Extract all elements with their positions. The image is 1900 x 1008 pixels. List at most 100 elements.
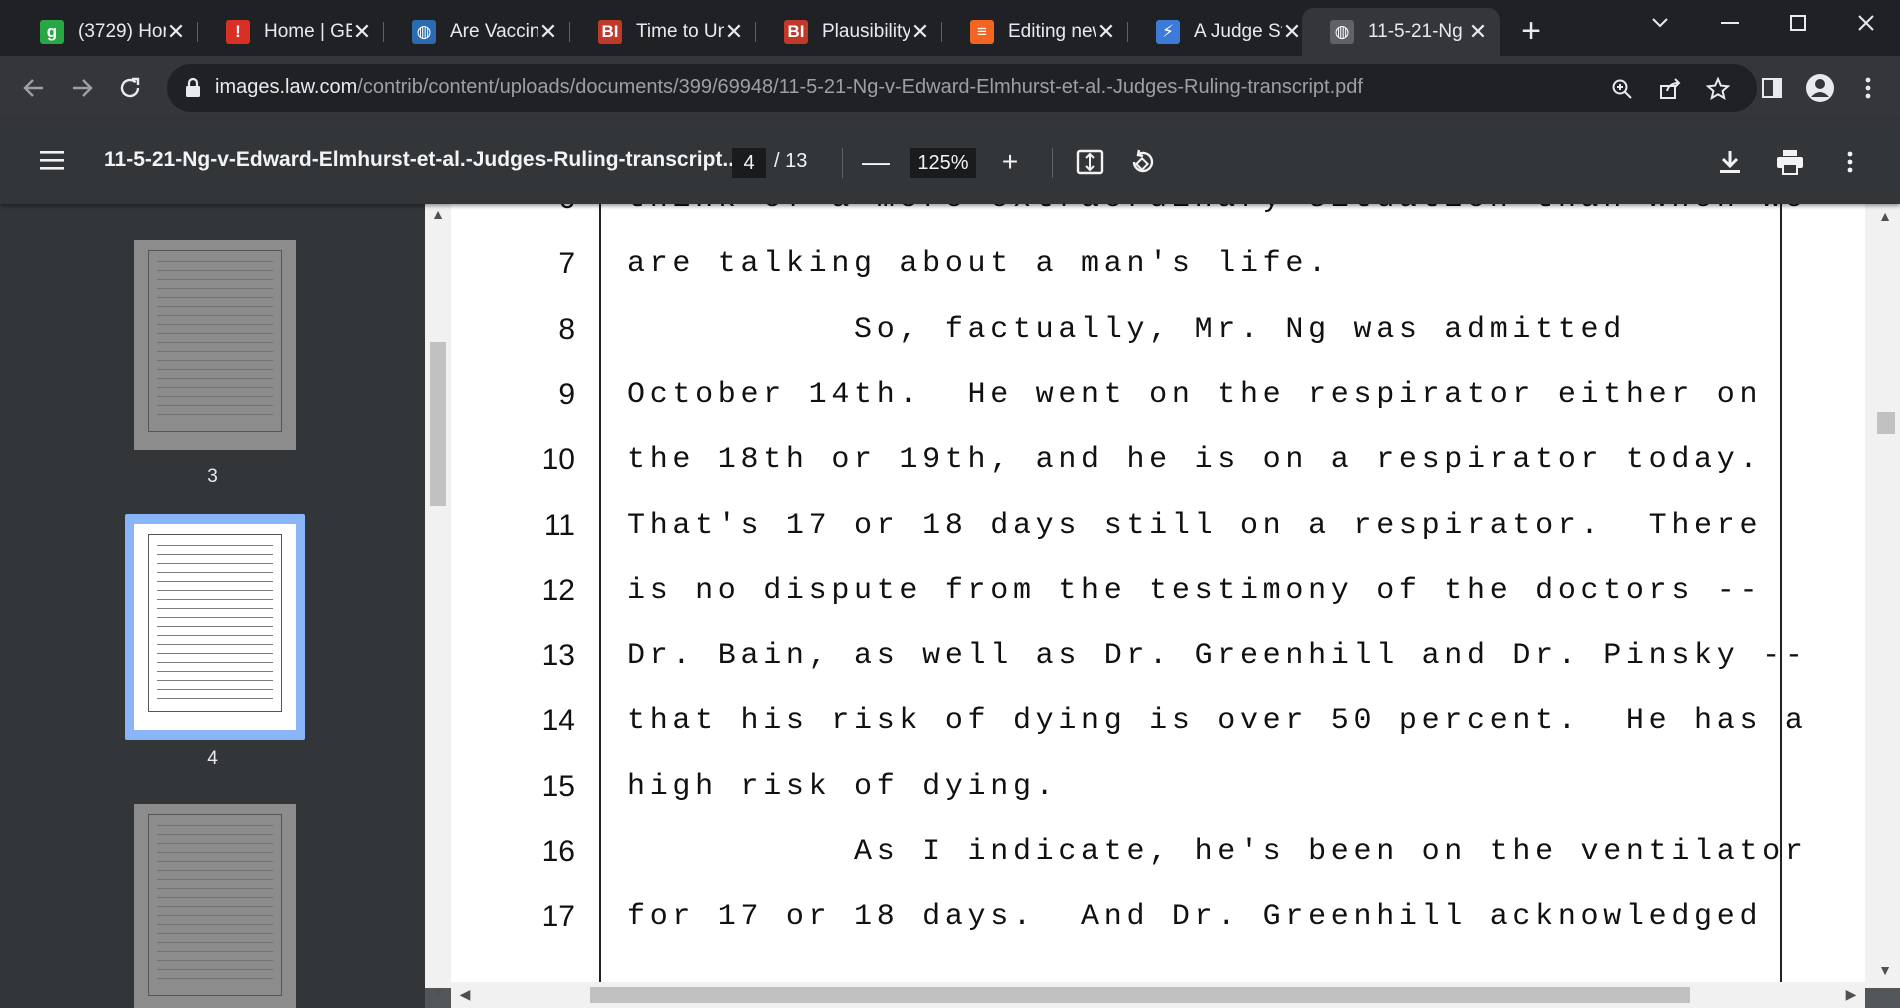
line-text: high risk of dying. (627, 769, 1059, 804)
tab-favicon-icon: BI (784, 20, 808, 44)
scroll-up-arrow-icon[interactable]: ▲ (428, 206, 448, 222)
transcript-line: 6 think of a more extraordinary situation… (451, 204, 1865, 236)
tab-8[interactable]: ◍ 11-5-21-Ng ✕ (1302, 8, 1500, 56)
tab-7[interactable]: ⚡ A Judge Sta✕ (1128, 8, 1314, 56)
scroll-down-arrow-icon[interactable]: ▼ (1875, 962, 1895, 978)
tab-close-icon[interactable]: ✕ (538, 19, 558, 45)
back-icon[interactable] (16, 70, 52, 106)
reload-icon[interactable] (112, 70, 148, 106)
line-text: October 14th. He went on the respirator … (627, 377, 1763, 412)
tab-strip: g(3729) Hom✕!Home | GET✕◍Are Vaccine✕BIT… (0, 0, 1900, 56)
tab-close-icon[interactable]: ✕ (1282, 19, 1302, 45)
tab-close-icon[interactable]: ✕ (166, 19, 186, 45)
horizontal-scrollbar[interactable]: ◀ ▶ (451, 982, 1865, 1008)
line-number: 16 (541, 835, 575, 868)
rotate-icon[interactable] (1124, 144, 1160, 180)
viewer-scrollbar-thumb[interactable] (1877, 412, 1895, 434)
address-bar[interactable]: images.law.com/contrib/content/uploads/d… (167, 64, 1757, 112)
sidebar-scrollbar-thumb[interactable] (430, 342, 446, 506)
tab-search-icon[interactable] (1630, 0, 1690, 46)
browser-toolbar: images.law.com/contrib/content/uploads/d… (0, 56, 1900, 120)
lock-icon[interactable] (181, 76, 205, 100)
tab-favicon-icon: BI (598, 20, 622, 44)
tab-4[interactable]: BI Time to Un ✕ (570, 8, 756, 56)
line-text: is no dispute from the testimony of the … (627, 573, 1763, 608)
transcript-line: 9 October 14th. He went on the respirator… (451, 378, 1865, 432)
zoom-icon[interactable] (1607, 74, 1637, 104)
tab-close-icon[interactable]: ✕ (352, 19, 372, 45)
line-number: 15 (541, 769, 575, 803)
tab-title: (3729) Hom (78, 21, 166, 42)
tab-1[interactable]: g (3729) Hom✕ (12, 8, 198, 56)
scroll-right-arrow-icon[interactable]: ▶ (1841, 986, 1861, 1003)
line-number: 7 (558, 247, 575, 281)
tab-title: Are Vaccine (450, 21, 538, 42)
tab-6[interactable]: ≡ Editing new✕ (942, 8, 1128, 56)
toolbar-divider (1052, 148, 1053, 178)
thumbnail-sidebar: 3 4 (0, 204, 425, 1008)
zoom-out-button[interactable]: — (858, 144, 894, 180)
tab-favicon-icon: ⚡ (1156, 20, 1180, 44)
tab-3[interactable]: ◍ Are Vaccine✕ (384, 8, 570, 56)
page-thumbnail-5[interactable] (134, 804, 296, 1008)
tab-favicon-icon: ◍ (412, 20, 436, 44)
line-text: for 17 or 18 days. And Dr. Greenhill ack… (627, 900, 1763, 935)
pdf-more-icon[interactable] (1832, 144, 1868, 180)
side-panel-icon[interactable] (1754, 70, 1790, 106)
zoom-level-input[interactable]: 125% (910, 148, 976, 178)
transcript-line: 8 So, factually, Mr. Ng was admitted (451, 313, 1865, 367)
line-number: 11 (543, 508, 575, 542)
share-icon[interactable] (1655, 74, 1685, 104)
line-text: Dr. Bain, as well as Dr. Greenhill and D… (627, 639, 1808, 674)
window-close-icon[interactable] (1836, 0, 1896, 46)
transcript-line: 15 high risk of dying. (451, 770, 1865, 824)
page-total: / 13 (774, 150, 808, 172)
scroll-left-arrow-icon[interactable]: ◀ (455, 986, 475, 1003)
scroll-up-arrow-icon[interactable]: ▲ (1875, 208, 1895, 224)
maximize-icon[interactable] (1768, 0, 1828, 46)
transcript-line: 16 As I indicate, he's been on the venti… (451, 835, 1865, 889)
url-text[interactable]: images.law.com/contrib/content/uploads/d… (215, 76, 1363, 99)
browser-menu-icon[interactable] (1850, 70, 1886, 106)
tab-close-icon[interactable]: ✕ (910, 19, 930, 45)
new-tab-button[interactable]: + (1514, 14, 1548, 48)
bookmark-star-icon[interactable] (1703, 74, 1733, 104)
transcript-line: 14 that his risk of dying is over 50 perc… (451, 704, 1865, 758)
horizontal-scrollbar-thumb[interactable] (590, 987, 1690, 1003)
line-number: 8 (558, 312, 575, 346)
viewer-scrollbar[interactable]: ▲ ▼ (1865, 204, 1900, 988)
fit-to-page-icon[interactable] (1072, 144, 1108, 180)
tab-close-icon[interactable]: ✕ (1468, 19, 1488, 45)
line-text: As I indicate, he's been on the ventilat… (627, 835, 1808, 869)
page-thumbnail-3[interactable] (134, 240, 296, 450)
print-icon[interactable] (1772, 144, 1808, 180)
thumbnail-label: 3 (207, 466, 218, 487)
profile-avatar-icon[interactable] (1802, 70, 1838, 106)
line-text: So, factually, Mr. Ng was admitted (627, 312, 1626, 347)
line-text: think of a more extraordinary situation … (627, 204, 1808, 216)
sidebar-menu-icon[interactable] (38, 146, 66, 174)
forward-icon[interactable] (64, 70, 100, 106)
tab-2[interactable]: ! Home | GET✕ (198, 8, 384, 56)
tab-5[interactable]: BI Plausibility ✕ (756, 8, 942, 56)
line-text: That's 17 or 18 days still on a respirat… (627, 508, 1763, 543)
zoom-in-button[interactable]: + (992, 144, 1028, 180)
toolbar-divider (842, 148, 843, 178)
tab-favicon-icon: ≡ (970, 20, 994, 44)
tab-close-icon[interactable]: ✕ (1096, 19, 1116, 45)
transcript-line: 11 That's 17 or 18 days still on a respir… (451, 509, 1865, 563)
tab-close-icon[interactable]: ✕ (724, 19, 744, 45)
thumbnail-label: 4 (207, 748, 218, 769)
tab-title: Editing new (1008, 21, 1096, 42)
sidebar-scrollbar[interactable]: ▲ ▼ (425, 204, 451, 1000)
download-icon[interactable] (1712, 144, 1748, 180)
transcript-line: 10 the 18th or 19th, and he is on a respi… (451, 443, 1865, 497)
scroll-down-arrow-icon[interactable]: ▼ (428, 984, 448, 1000)
minimize-icon[interactable] (1700, 0, 1760, 46)
line-number: 12 (541, 573, 575, 607)
tab-favicon-icon: ! (226, 20, 250, 44)
transcript-line: 17 for 17 or 18 days. And Dr. Greenhill a… (451, 900, 1865, 954)
page-number-input[interactable]: 4 (732, 148, 766, 178)
page-thumbnail-4[interactable] (134, 524, 296, 730)
line-number: 14 (541, 704, 575, 738)
